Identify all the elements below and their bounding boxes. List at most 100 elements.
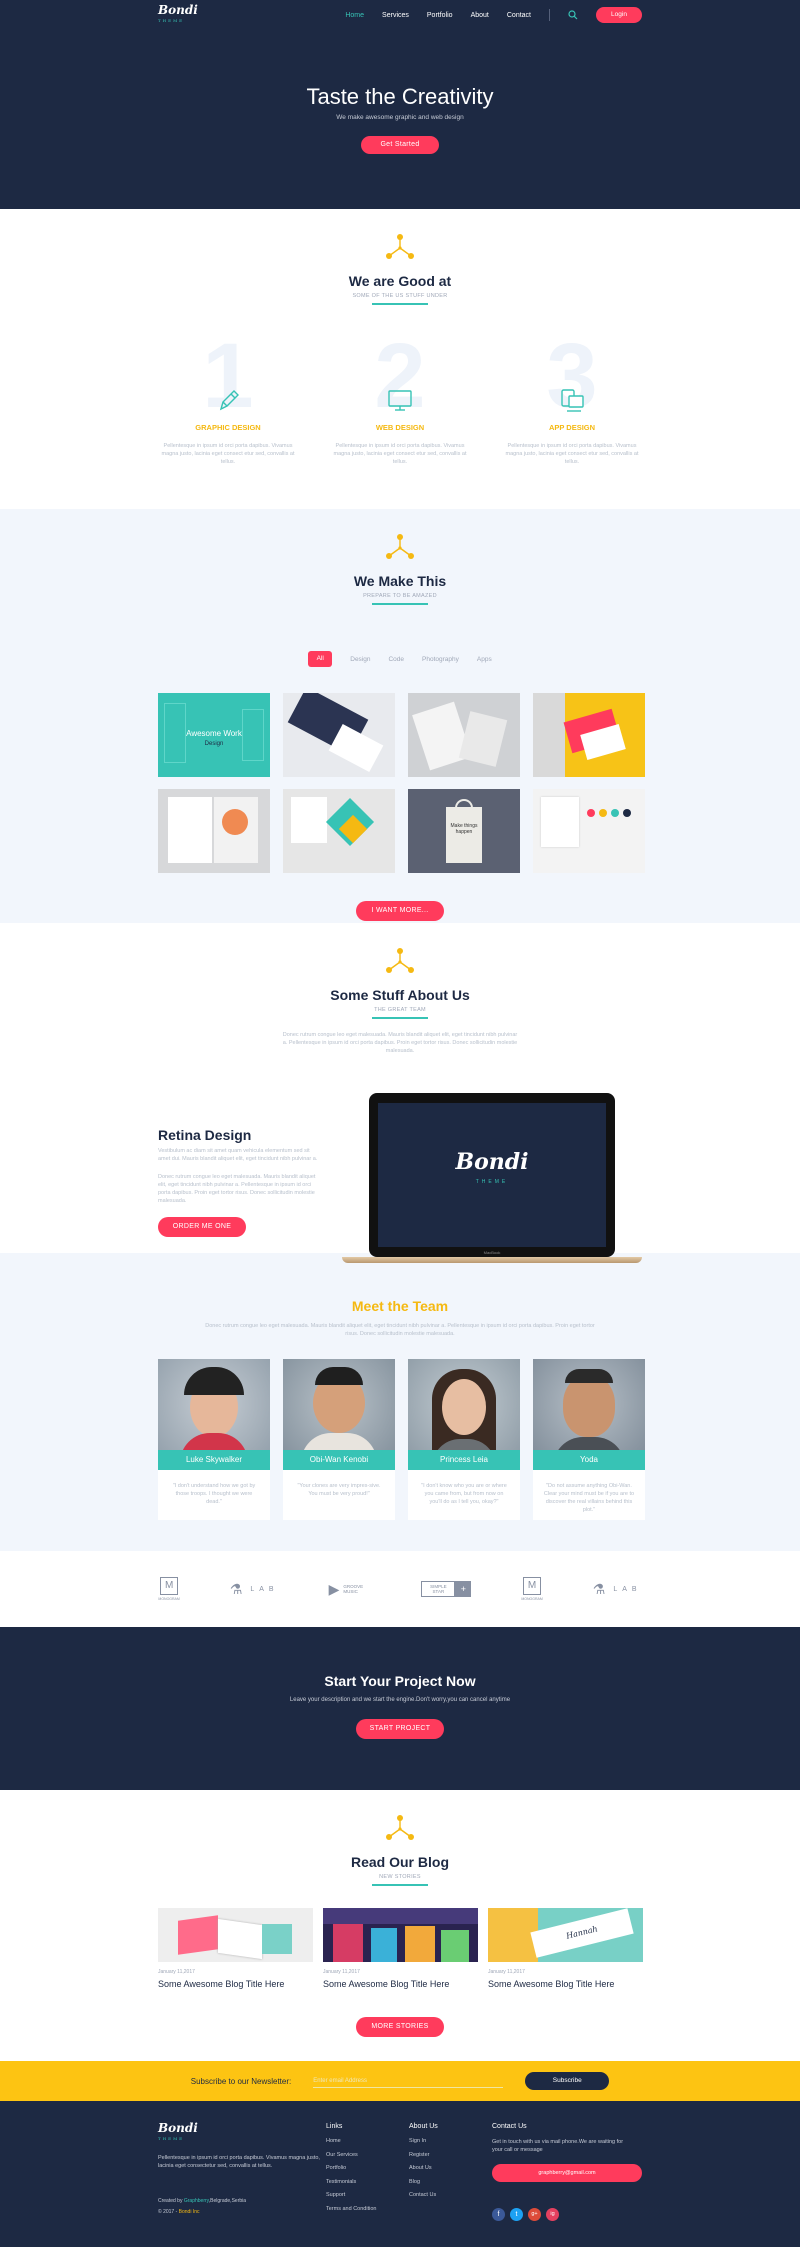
play-icon: ▶ [328,1580,340,1597]
team-member-card[interactable]: Princess Leia "I don't know who you are … [408,1359,520,1520]
get-started-button[interactable]: Get Started [361,136,439,154]
more-work-button[interactable]: I WANT MORE... [356,901,444,921]
laptop-mockup: Bondi THEME MacBook [342,1093,642,1269]
search-icon[interactable] [568,10,578,20]
blog-post[interactable]: January 11,2017 Some Awesome Blog Title … [158,1908,313,1989]
portfolio-title: We Make This [353,573,447,589]
services-subtitle: SOME OF THE US STUFF UNDER [352,293,448,299]
footer-link-contact[interactable]: Contact Us [409,2192,492,2198]
about-subtitle: THE GREAT TEAM [374,1007,426,1013]
team-member-card[interactable]: Luke Skywalker "I don't understand how w… [158,1359,270,1520]
start-subtitle: Leave your description and we start the … [289,1697,511,1703]
footer-link-portfolio[interactable]: Portfolio [326,2165,409,2171]
footer-link-services[interactable]: Our Services [326,2152,409,2158]
nav-home[interactable]: Home [345,12,364,19]
footer-link-support[interactable]: Support [326,2192,409,2198]
portfolio-item[interactable] [533,693,645,777]
footer-link-testimonials[interactable]: Testimonials [326,2179,409,2185]
nav-divider [549,9,550,21]
blog-section: Read Our Blog NEW STORIES January 11,201… [0,1790,800,2061]
portfolio-item[interactable] [408,693,520,777]
portfolio-item[interactable] [283,789,395,873]
creator-link[interactable]: Graphberry [184,2198,209,2204]
services-section: We are Good at SOME OF THE US STUFF UNDE… [0,209,800,509]
footer-link-blog[interactable]: Blog [409,2179,492,2185]
flask-icon: ⚗ [229,1580,243,1597]
blog-post[interactable]: January 11,2017 Some Awesome Blog Title … [323,1908,478,1989]
service-graphic-design: 1 GRAPHIC DESIGN Pellentesque in ipsum i… [161,325,295,465]
portfolio-item[interactable] [283,693,395,777]
client-logo: ⚗ LAB [592,1580,642,1597]
client-logo: SIMPLE STAR + [421,1581,472,1597]
newsletter-label: Subscribe to our Newsletter: [190,2076,292,2086]
nav-about[interactable]: About [471,12,489,19]
network-badge-icon [386,534,414,559]
filter-photography[interactable]: Photography [422,656,459,663]
instagram-icon[interactable]: ig [546,2208,559,2221]
footer-about-links: About Us Sign In Register About Us Blog … [409,2123,492,2221]
portfolio-item[interactable] [158,789,270,873]
client-logo: ▶ GROOVE MUSIC [328,1580,364,1597]
retina-title: Retina Design [158,1127,252,1143]
filter-design[interactable]: Design [350,656,370,663]
navbar: Bondi THEME Home Services Portfolio About… [158,0,642,30]
start-title: Start Your Project Now [324,1673,476,1689]
hero-section: Bondi THEME Home Services Portfolio About… [0,0,800,209]
portfolio-item[interactable]: Make things happen [408,789,520,873]
footer-logo[interactable]: Bondi THEME [158,2122,326,2144]
contact-email-button[interactable]: graphberry@gmail.com [492,2164,642,2182]
login-button[interactable]: Login [596,7,642,23]
subscribe-button[interactable]: Subscribe [525,2072,610,2090]
social-icons: f t g+ ig [492,2208,642,2221]
portfolio-filters: All Design Code Photography Apps [158,651,642,667]
filter-code[interactable]: Code [388,656,404,663]
more-stories-button[interactable]: MORE STORIES [356,2017,444,2037]
team-member-card[interactable]: Yoda "Do not assume anything Obi-Wan. Cl… [533,1359,645,1520]
brand-logo[interactable]: Bondi THEME [158,4,198,26]
footer-about: Bondi THEME Pellentesque in ipsum id orci… [158,2122,326,2221]
title-underline [372,303,428,305]
footer-link-register[interactable]: Register [409,2152,492,2158]
portfolio-item[interactable] [533,789,645,873]
portfolio-item[interactable]: Awesome Work Design [158,693,270,777]
team-member-name: Princess Leia [408,1450,520,1470]
title-underline [372,1017,428,1019]
filter-apps[interactable]: Apps [477,656,492,663]
nav-contact[interactable]: Contact [507,12,531,19]
team-section: Meet the Team Donec rutrum congue leo eg… [0,1253,800,1551]
team-intro: Donec rutrum congue leo eget malesuada. … [205,1323,595,1337]
title-underline [372,603,428,605]
twitter-icon[interactable]: t [510,2208,523,2221]
order-button[interactable]: ORDER ME ONE [158,1217,246,1237]
portfolio-section: We Make This PREPARE TO BE AMAZED All De… [0,509,800,923]
blog-post-title[interactable]: Some Awesome Blog Title Here [158,1979,313,1989]
title-underline [372,1884,428,1886]
filter-all[interactable]: All [308,651,333,667]
blog-post[interactable]: Hannah January 11,2017 Some Awesome Blog… [488,1908,643,1989]
portfolio-grid: Awesome Work Design Make things happen [158,693,645,873]
network-badge-icon [386,234,414,259]
footer-link-about[interactable]: About Us [409,2165,492,2171]
footer-link-signin[interactable]: Sign In [409,2138,492,2144]
client-logo: ⚗ LAB [229,1580,279,1597]
nav-portfolio[interactable]: Portfolio [427,12,453,19]
blog-post-title[interactable]: Some Awesome Blog Title Here [488,1979,643,1989]
client-logo: M MONOGRAM [158,1577,180,1601]
nav-services[interactable]: Services [382,12,409,19]
footer-link-terms[interactable]: Terms and Condition [326,2206,409,2212]
retina-block: Retina Design Vestibulum ac diam sit ame… [158,1093,318,1269]
hero-title: Taste the Creativity [306,84,494,109]
footer-contact: Contact Us Get in touch with us via mail… [492,2123,642,2221]
blog-post-title[interactable]: Some Awesome Blog Title Here [323,1979,478,1989]
start-project-button[interactable]: START PROJECT [356,1719,444,1739]
team-member-card[interactable]: Obi-Wan Kenobi "Your clones are very imp… [283,1359,395,1520]
about-section: Some Stuff About Us THE GREAT TEAM Donec… [0,923,800,1263]
google-plus-icon[interactable]: g+ [528,2208,541,2221]
monitor-icon [388,390,412,411]
company-link[interactable]: Bondi Inc [179,2209,200,2215]
facebook-icon[interactable]: f [492,2208,505,2221]
team-member-quote: "Your clones are very impres-sive. You m… [297,1483,381,1497]
footer-link-home[interactable]: Home [326,2138,409,2144]
network-badge-icon [386,948,414,973]
newsletter-email-input[interactable]: Enter email Address [313,2074,504,2088]
